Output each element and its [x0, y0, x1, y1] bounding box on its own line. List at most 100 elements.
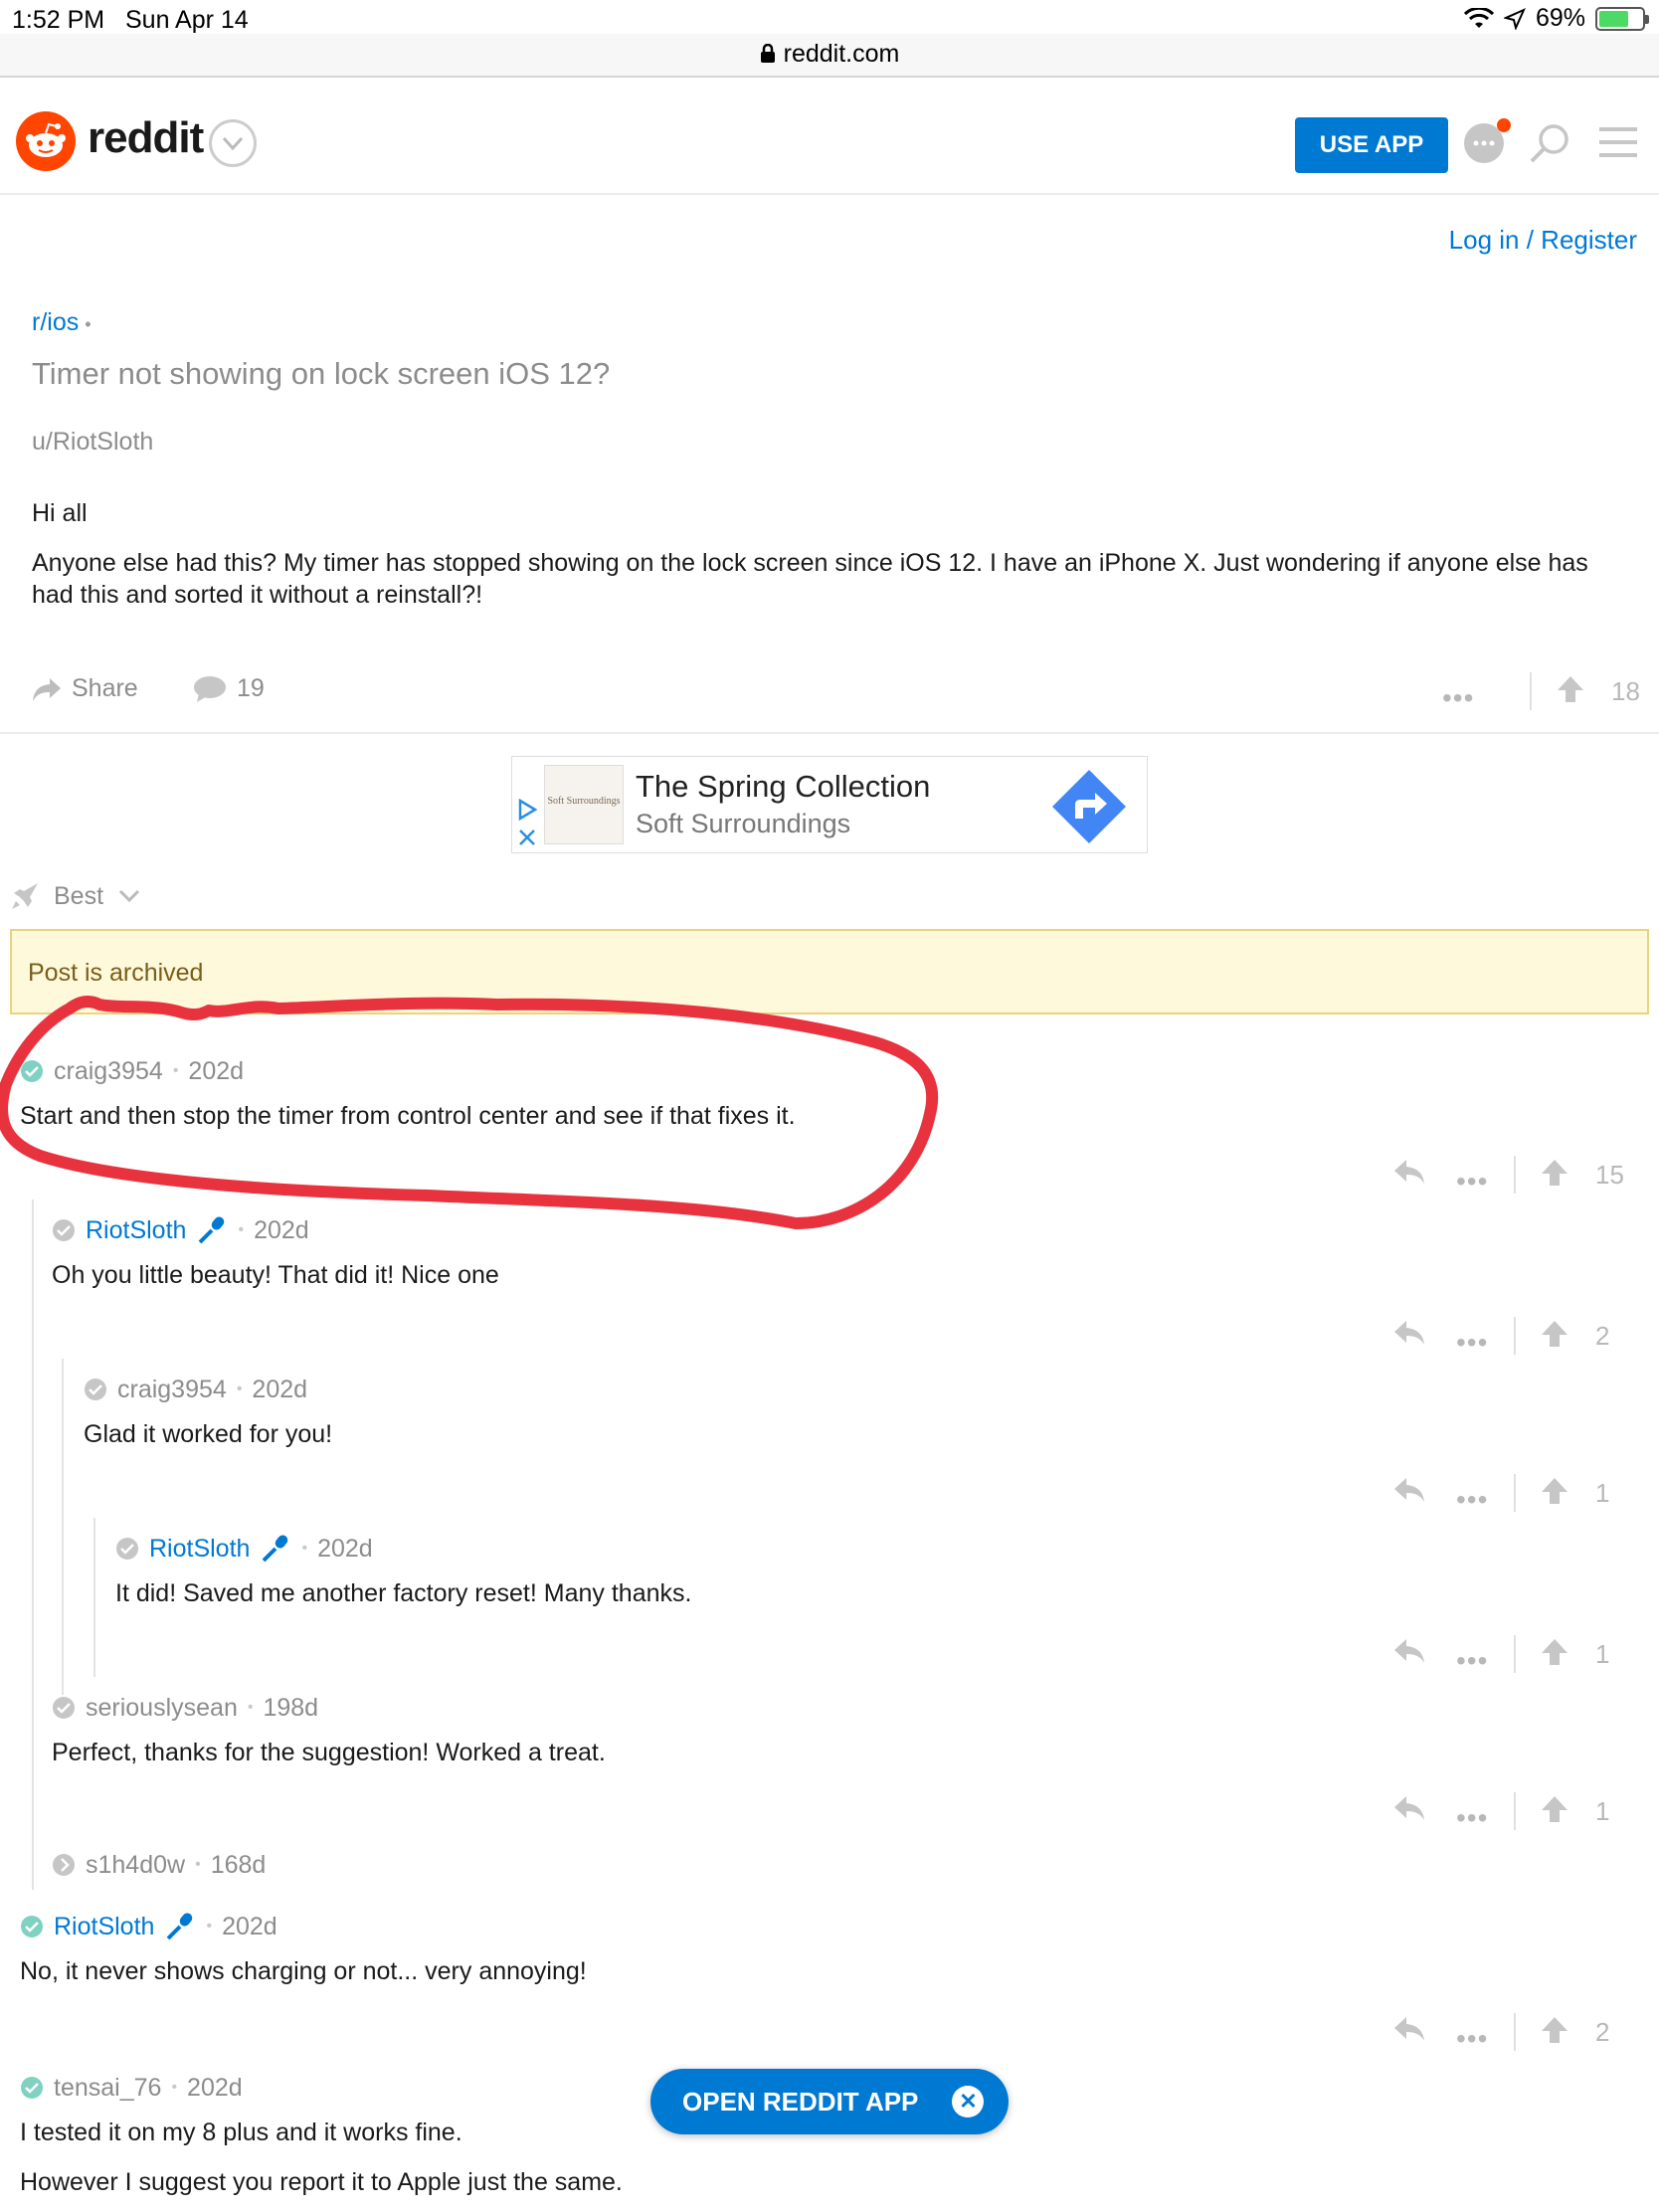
comment-body: No, it never shows charging or not... ve… [20, 1957, 587, 1985]
open-reddit-app-button[interactable]: OPEN REDDIT APP ✕ [650, 2069, 1009, 2134]
comment-score: 2 [1595, 2017, 1610, 2047]
adchoices-icon[interactable] [516, 799, 538, 821]
expand-check-icon[interactable] [52, 1696, 76, 1720]
post-author[interactable]: u/RiotSloth [32, 428, 153, 457]
meta-separator: • [172, 1062, 179, 1079]
more-options-icon[interactable]: ••• [1442, 682, 1474, 714]
share-icon [33, 677, 61, 701]
login-register-link[interactable]: Log in / Register [1449, 225, 1637, 256]
upvote-button[interactable] [1556, 674, 1585, 711]
url-text: reddit.com [783, 40, 900, 68]
more-options-icon[interactable]: ••• [1456, 1645, 1488, 1677]
comment-author[interactable]: RiotSloth [54, 1913, 154, 1941]
reddit-logo[interactable] [16, 111, 76, 171]
upvote-button[interactable] [1540, 1794, 1569, 1829]
menu-button[interactable] [1599, 125, 1639, 164]
reply-button[interactable] [1392, 1158, 1426, 1191]
comment: RiotSloth • 202d No, it never shows char… [20, 1910, 1631, 1987]
comment-meta: seriouslysean • 198d [52, 1691, 1623, 1725]
reply-button[interactable] [1392, 2015, 1426, 2048]
microphone-op-icon [263, 1535, 288, 1563]
thread-line[interactable] [62, 1359, 64, 1695]
site-header: reddit USE APP [0, 99, 1659, 195]
comment-collapsed[interactable]: s1h4d0w • 168d [52, 1848, 1623, 1882]
action-divider [1514, 1156, 1516, 1194]
subreddit-link[interactable]: r/ios • [32, 308, 92, 337]
thread-line[interactable] [32, 1199, 34, 1890]
more-options-icon[interactable]: ••• [1456, 1327, 1488, 1359]
expand-check-icon[interactable] [84, 1378, 107, 1401]
comment-meta: craig3954 • 202d [20, 1054, 1631, 1088]
upvote-button[interactable] [1540, 1158, 1569, 1193]
meta-separator: • [206, 1918, 213, 1935]
comment: RiotSloth • 202d It did! Saved me anothe… [115, 1532, 1607, 1609]
close-icon[interactable]: ✕ [952, 2086, 985, 2118]
subreddit-name[interactable]: r/ios [32, 308, 79, 336]
sort-selector[interactable]: Best [10, 881, 141, 911]
action-divider [1514, 1635, 1516, 1673]
comment-author[interactable]: craig3954 [54, 1057, 163, 1086]
share-button[interactable]: Share [32, 674, 138, 703]
comment-author[interactable]: RiotSloth [86, 1216, 186, 1245]
more-options-icon[interactable]: ••• [1456, 1166, 1488, 1198]
comment-age: 202d [222, 1912, 277, 1940]
more-options-icon[interactable]: ••• [1456, 1484, 1488, 1516]
sort-label: Best [54, 881, 104, 910]
upvote-arrow-icon [1542, 1478, 1567, 1504]
comment-author[interactable]: seriouslysean [86, 1694, 238, 1723]
comment-age: 168d [210, 1850, 267, 1879]
sponsored-ad[interactable]: Soft Surroundings The Spring Collection … [511, 756, 1148, 853]
comment-score: 15 [1595, 1160, 1624, 1190]
comment-actions: ••• 1 [1392, 1792, 1631, 1834]
browser-url-bar[interactable]: reddit.com [0, 34, 1659, 78]
comment: RiotSloth • 202d Oh you little beauty! T… [52, 1213, 1623, 1291]
reply-button[interactable] [1392, 1476, 1426, 1509]
comments-count-button[interactable]: 19 [193, 674, 265, 703]
thread-line[interactable] [93, 1518, 95, 1677]
post-score: 18 [1611, 676, 1640, 706]
directions-icon[interactable] [1051, 769, 1127, 844]
search-button[interactable] [1528, 121, 1571, 170]
reddit-wordmark[interactable]: reddit [88, 113, 204, 163]
comment-age: 202d [254, 1215, 309, 1244]
upvote-button[interactable] [1540, 1637, 1569, 1672]
expand-check-icon[interactable] [20, 2076, 44, 2100]
expand-check-icon[interactable] [52, 1218, 76, 1242]
section-divider [0, 732, 1659, 734]
comment: craig3954 • 202d Glad it worked for you! [84, 1373, 1615, 1450]
reply-arrow-icon [1394, 2017, 1424, 2041]
reply-button[interactable] [1392, 1637, 1426, 1670]
expand-check-icon[interactable] [20, 1915, 44, 1938]
use-app-button[interactable]: USE APP [1295, 117, 1448, 173]
upvote-button[interactable] [1540, 1476, 1569, 1511]
expand-check-icon[interactable] [115, 1537, 139, 1561]
upvote-button[interactable] [1540, 2015, 1569, 2050]
upvote-button[interactable] [1540, 1319, 1569, 1354]
comment-actions: ••• 2 [1392, 1317, 1631, 1359]
ad-close-icon[interactable] [518, 829, 536, 846]
comment: seriouslysean • 198d Perfect, thanks for… [52, 1691, 1623, 1768]
chat-button[interactable] [1462, 117, 1512, 172]
more-options-icon[interactable]: ••• [1456, 2023, 1488, 2055]
expand-check-icon[interactable] [20, 1059, 44, 1083]
meta-separator: • [85, 314, 92, 334]
reply-button[interactable] [1392, 1794, 1426, 1827]
comment-body: Glad it worked for you! [84, 1420, 333, 1448]
post-vote-bar: ••• 18 [1408, 672, 1647, 714]
upvote-arrow-icon [1558, 676, 1583, 702]
comment-author[interactable]: craig3954 [117, 1376, 227, 1404]
ad-title[interactable]: The Spring Collection [636, 769, 930, 805]
comment-author[interactable]: s1h4d0w [86, 1851, 185, 1880]
community-dropdown-button[interactable] [209, 119, 257, 167]
comment-body: Oh you little beauty! That did it! Nice … [52, 1261, 499, 1289]
upvote-arrow-icon [1542, 1160, 1567, 1186]
status-time: 1:52 PM [12, 6, 105, 34]
comments-count: 19 [237, 674, 265, 702]
post-actions: Share 19 ••• 18 [32, 672, 1640, 713]
meta-separator: • [238, 1221, 245, 1238]
comment-author[interactable]: tensai_76 [54, 2074, 161, 2103]
expand-chevron-icon[interactable] [52, 1853, 76, 1877]
comment-author[interactable]: RiotSloth [149, 1535, 250, 1564]
more-options-icon[interactable]: ••• [1456, 1802, 1488, 1834]
reply-button[interactable] [1392, 1319, 1426, 1352]
